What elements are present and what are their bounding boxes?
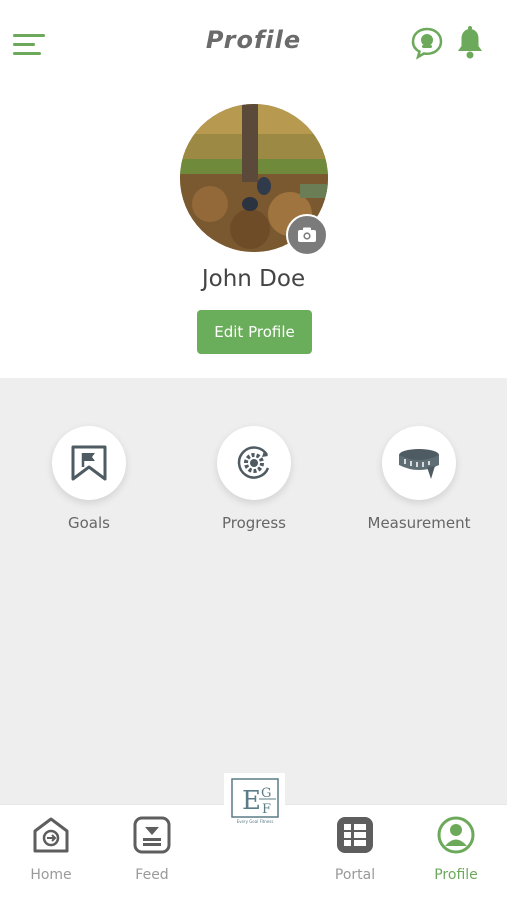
notification-bell-icon[interactable] [455,26,489,60]
goals-flag-icon [52,426,126,500]
svg-text:Every Goal Fitness: Every Goal Fitness [236,819,273,824]
measuring-tape-icon [382,426,456,500]
profile-icon [437,816,475,854]
measurement-button[interactable]: Measurement [349,426,489,532]
nav-profile[interactable]: Profile [406,815,506,883]
profile-actions-panel: Goals Progress Measurement [0,378,507,804]
chat-bubble-icon[interactable] [410,26,444,60]
nav-portal-label: Portal [334,867,376,883]
portal-icon [337,817,373,853]
app-header: Profile [0,0,507,86]
goals-button[interactable]: Goals [19,426,159,532]
progress-label: Progress [221,514,286,532]
camera-icon[interactable] [286,214,328,256]
measurement-label: Measurement [367,514,471,532]
nav-feed-label: Feed [135,867,169,883]
user-name: John Doe [201,266,306,292]
edit-profile-button[interactable]: Edit Profile [197,310,312,354]
home-icon [33,817,69,853]
nav-home[interactable]: Home [1,815,101,883]
feed-icon [133,816,171,854]
egf-logo[interactable]: E G F Every Goal Fitness [224,773,285,829]
progress-button[interactable]: Progress [184,426,324,532]
nav-portal[interactable]: Portal [305,815,405,883]
nav-home-label: Home [30,867,72,883]
nav-feed[interactable]: Feed [102,815,202,883]
svg-text:E: E [242,786,261,816]
profile-section: John Doe Edit Profile [0,86,507,378]
svg-text:F: F [262,802,271,817]
nav-profile-label: Profile [434,867,478,883]
goals-label: Goals [68,514,110,532]
progress-gear-icon [217,426,291,500]
